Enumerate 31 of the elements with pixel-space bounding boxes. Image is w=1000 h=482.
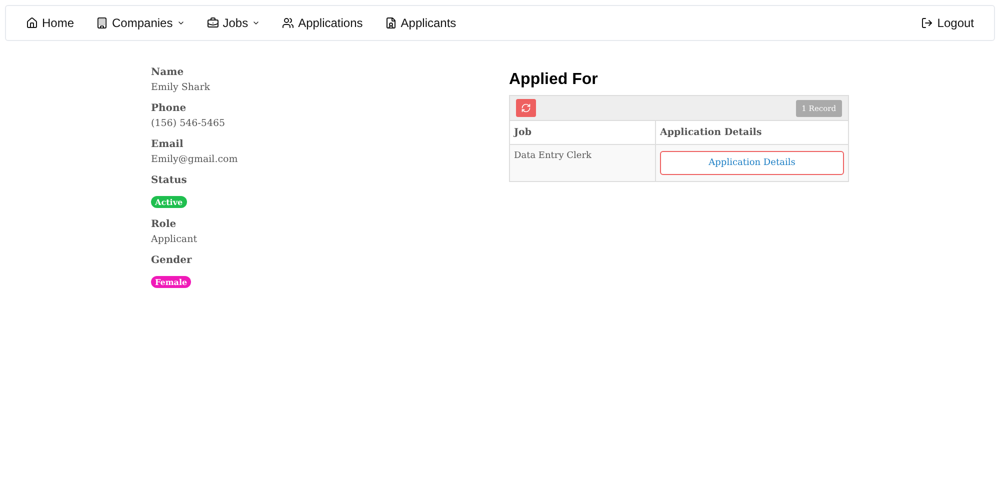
- logout-icon: [921, 17, 934, 29]
- field-value: Emily Shark: [151, 82, 211, 93]
- field-label: Role: [151, 219, 178, 230]
- refresh-button[interactable]: [516, 99, 536, 117]
- field-label: Status: [151, 175, 188, 186]
- nav-link[interactable]: Jobs: [206, 16, 260, 30]
- caret-icon: [176, 19, 185, 27]
- building-icon: [96, 17, 108, 29]
- application-details-button[interactable]: Application Details: [660, 151, 844, 175]
- status-badge: Female: [151, 276, 192, 288]
- home-icon: [26, 17, 38, 29]
- caret-icon: [252, 19, 260, 27]
- document-icon: [384, 17, 397, 29]
- field-label: Email: [151, 139, 184, 150]
- field-label: Name: [151, 67, 185, 78]
- nav-link[interactable]: Companies: [96, 16, 185, 30]
- field-value: Applicant: [151, 234, 198, 245]
- nav-link[interactable]: Applications: [282, 16, 363, 30]
- nav-link[interactable]: Home: [26, 16, 74, 30]
- refresh-icon: [521, 103, 531, 113]
- nav-link[interactable]: Applicants: [384, 16, 456, 30]
- table-cell: Data Entry Clerk: [510, 145, 656, 181]
- field-label: Phone: [151, 103, 188, 114]
- section-title: Applied For: [509, 71, 599, 89]
- logout-link[interactable]: Logout: [921, 16, 974, 30]
- briefcase-icon: [206, 17, 219, 29]
- users-icon: [282, 17, 294, 29]
- status-badge: Active: [151, 196, 187, 208]
- field-label: Gender: [151, 255, 193, 266]
- field-value: Emily@gmail.com: [151, 154, 239, 165]
- field-value: (156) 546-5465: [151, 118, 226, 129]
